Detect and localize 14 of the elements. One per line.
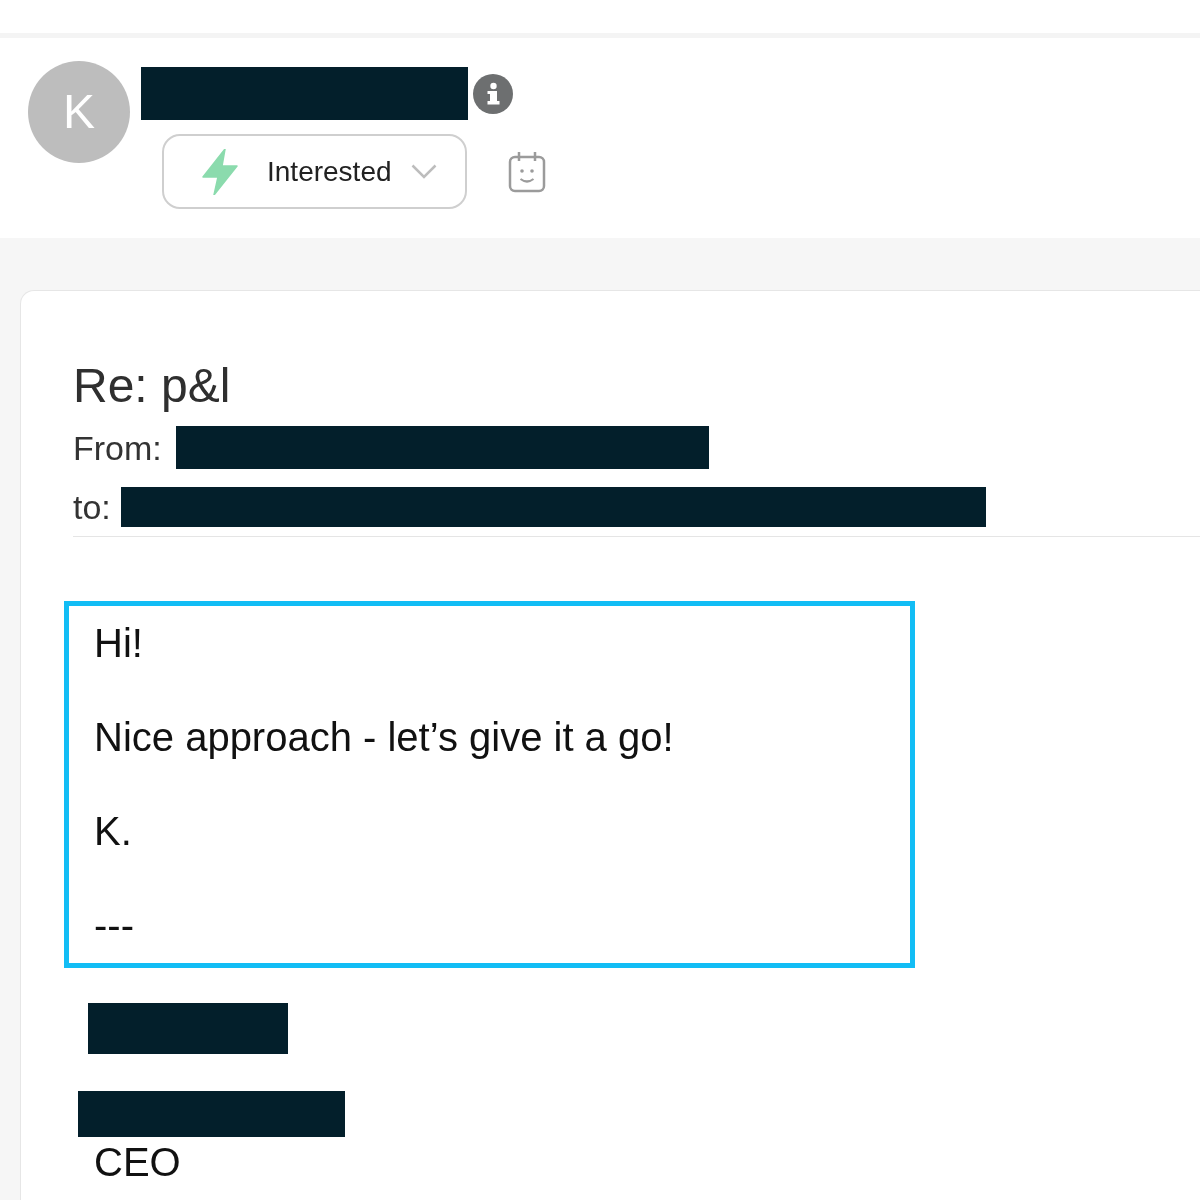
to-label: to: [73,487,111,527]
lightning-icon [202,148,238,195]
email-subject: Re: p&l [73,358,231,414]
message-text: --- [94,902,135,949]
message-text: Nice approach - let’s give it a go! [94,714,675,761]
status-dropdown[interactable]: Interested [162,134,467,209]
message-text: K. [94,808,133,855]
avatar: K [28,61,130,163]
message-text: Hi! [94,620,144,667]
signature-text: CEO [94,1139,181,1185]
calendar-smile-icon[interactable] [508,150,546,193]
info-icon[interactable] [473,73,513,114]
chevron-down-icon [410,164,437,179]
from-label: From: [73,427,162,468]
